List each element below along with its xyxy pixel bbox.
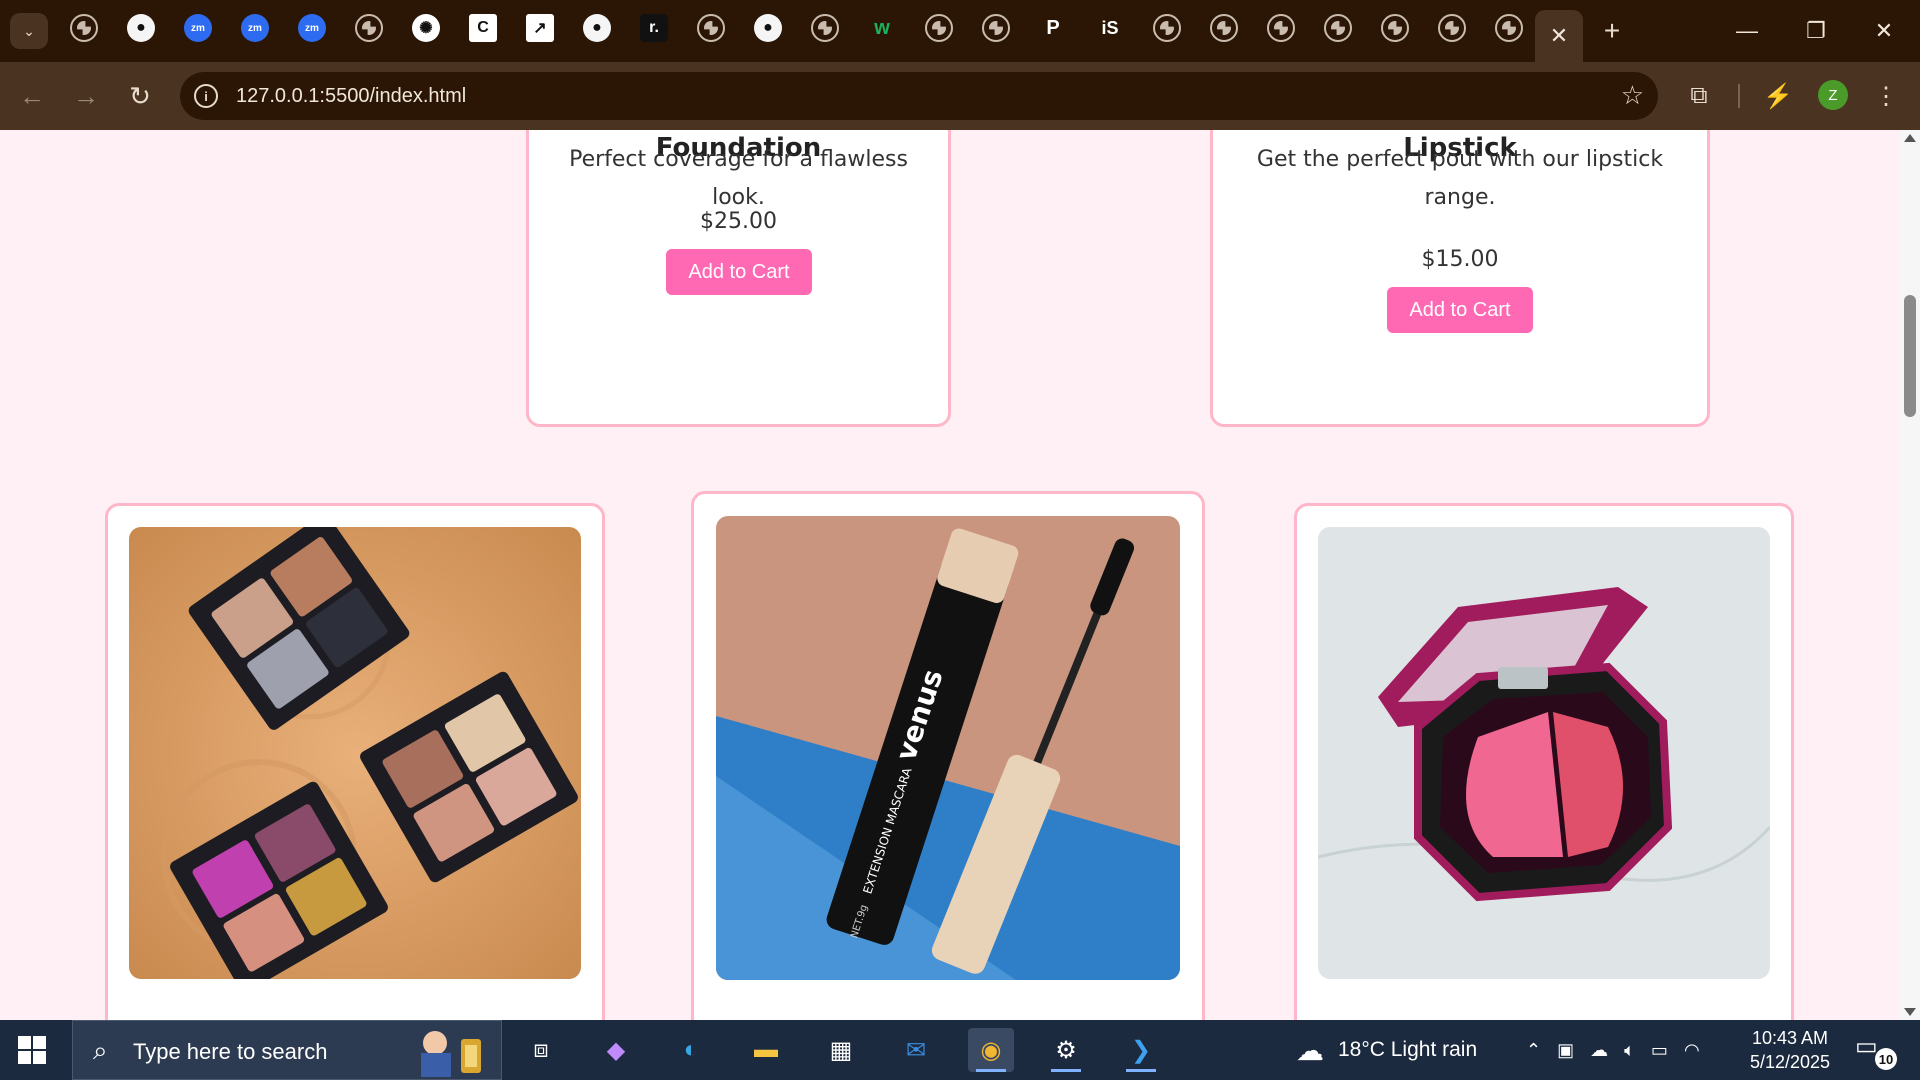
rain-cloud-icon: ☁: [1296, 1034, 1324, 1066]
globe-icon[interactable]: [982, 14, 1010, 42]
windows-taskbar: ⌕ Type here to search ⧈ ◆ ◐ ▬ ▦ ✉ ◉ ⚙ ❯ …: [0, 1020, 1920, 1080]
globe-icon[interactable]: [1267, 14, 1295, 42]
file-explorer-icon[interactable]: ▬: [743, 1028, 789, 1072]
forward-button[interactable]: →: [66, 76, 106, 116]
globe-icon[interactable]: [1495, 14, 1523, 42]
github-icon[interactable]: ●: [583, 14, 611, 42]
product-card-eyeshadow: [105, 503, 605, 1020]
search-icon: ⌕: [93, 1035, 108, 1065]
page-scrollbar[interactable]: [1900, 130, 1920, 1020]
performance-icon[interactable]: ⚡: [1758, 76, 1798, 116]
zoom-icon[interactable]: zm: [298, 14, 326, 42]
taskbar-search[interactable]: ⌕ Type here to search: [72, 1020, 502, 1080]
battery-icon[interactable]: ▭: [1651, 1040, 1668, 1061]
is-logo-icon[interactable]: iS: [1096, 14, 1124, 42]
w-logo-icon[interactable]: w: [868, 14, 896, 42]
volume-icon[interactable]: 🔈︎: [1624, 1040, 1635, 1061]
edge-icon[interactable]: ◐: [668, 1028, 714, 1072]
minimize-button[interactable]: —: [1725, 14, 1769, 48]
add-to-cart-button[interactable]: Add to Cart: [1387, 287, 1533, 333]
add-to-cart-button[interactable]: Add to Cart: [666, 249, 812, 295]
c-logo-icon[interactable]: C: [469, 14, 497, 42]
extensions-icon[interactable]: ⧉: [1679, 76, 1719, 116]
site-info-icon[interactable]: i: [194, 84, 218, 108]
zoom-icon[interactable]: zm: [241, 14, 269, 42]
chrome-icon[interactable]: ◉: [968, 1028, 1014, 1072]
mascara-illustration: venus EXTENSION MASCARA NET.9g: [716, 516, 1180, 980]
chevron-up-icon[interactable]: ⌃: [1526, 1040, 1541, 1061]
weather-text: 18°C Light rain: [1338, 1038, 1478, 1061]
globe-icon[interactable]: [811, 14, 839, 42]
close-window-button[interactable]: ✕: [1862, 14, 1906, 48]
scroll-thumb[interactable]: [1904, 295, 1916, 417]
close-tab-icon[interactable]: ✕: [1550, 23, 1568, 49]
taskbar-clock[interactable]: 10:43 AM 5/12/2025: [1735, 1026, 1845, 1074]
image-icon[interactable]: ↗: [526, 14, 554, 42]
globe-icon[interactable]: [1438, 14, 1466, 42]
notification-center-button[interactable]: ▭ 10: [1855, 1032, 1899, 1070]
microsoft-store-icon[interactable]: ▦: [818, 1028, 864, 1072]
clock-time: 10:43 AM: [1751, 1028, 1829, 1048]
address-bar[interactable]: i 127.0.0.1:5500/index.html ☆: [180, 72, 1658, 120]
github-icon[interactable]: ●: [754, 14, 782, 42]
wifi-icon[interactable]: ◠: [1684, 1040, 1700, 1061]
globe-icon[interactable]: [925, 14, 953, 42]
clock-date: 5/12/2025: [1749, 1052, 1831, 1072]
blush-illustration: [1318, 527, 1770, 979]
globe-icon[interactable]: [70, 14, 98, 42]
weather-widget[interactable]: ☁ 18°C Light rain: [1296, 1020, 1477, 1080]
globe-icon[interactable]: [1324, 14, 1352, 42]
toolbar-divider: [1738, 84, 1740, 108]
search-highlight-art: [421, 1031, 481, 1077]
page-viewport: Foundation Perfect coverage for a flawle…: [0, 130, 1900, 1020]
p-logo-icon[interactable]: P: [1039, 14, 1067, 42]
start-button[interactable]: [18, 1036, 46, 1064]
reload-button[interactable]: ↻: [120, 76, 160, 116]
menu-icon[interactable]: ⋮: [1866, 76, 1906, 116]
product-description: Get the perfect pout with our lipstick r…: [1256, 147, 1664, 210]
product-price: $25.00: [700, 209, 777, 234]
browser-tab-strip: ⌄ ● zm zm zm ✺ C ↗ ● r. ● w PiS ✕ + — ❐ ✕: [0, 0, 1920, 62]
system-tray[interactable]: ⌃ ▣ ☁ 🔈︎ ▭ ◠: [1526, 1020, 1700, 1080]
zoom-icon[interactable]: zm: [184, 14, 212, 42]
product-description: Perfect coverage for a flawless look.: [569, 147, 908, 210]
back-button[interactable]: ←: [12, 76, 52, 116]
eyeshadow-illustration: [129, 527, 581, 979]
product-card-mascara: venus EXTENSION MASCARA NET.9g: [691, 491, 1205, 1020]
url-text[interactable]: 127.0.0.1:5500/index.html: [236, 85, 466, 108]
meet-now-icon[interactable]: ▣: [1557, 1040, 1574, 1061]
settings-gear-icon[interactable]: ⚙: [1043, 1028, 1089, 1072]
vscode-icon[interactable]: ❯: [1118, 1028, 1164, 1072]
globe-icon[interactable]: [1381, 14, 1409, 42]
mascara-image: venus EXTENSION MASCARA NET.9g: [716, 516, 1180, 980]
globe-icon[interactable]: [1210, 14, 1238, 42]
copilot-icon[interactable]: ◆: [593, 1028, 639, 1072]
globe-icon[interactable]: [1153, 14, 1181, 42]
outlook-icon[interactable]: ✉: [893, 1028, 939, 1072]
product-card-lipstick: Lipstick Get the perfect pout with our l…: [1210, 130, 1710, 427]
browser-toolbar: ← → ↻ i 127.0.0.1:5500/index.html ☆ ⧉ ⚡ …: [0, 62, 1920, 130]
r-logo-icon[interactable]: r.: [640, 14, 668, 42]
product-price: $15.00: [1421, 247, 1499, 272]
scroll-down-arrow[interactable]: [1904, 1008, 1916, 1016]
eyeshadow-palette-image: [129, 527, 581, 979]
scroll-up-arrow[interactable]: [1904, 134, 1916, 142]
onedrive-icon[interactable]: ☁: [1590, 1040, 1608, 1061]
bookmark-star-icon[interactable]: ☆: [1621, 80, 1644, 111]
product-card-foundation: Foundation Perfect coverage for a flawle…: [526, 130, 951, 427]
search-placeholder: Type here to search: [133, 1039, 328, 1064]
globe-icon[interactable]: [355, 14, 383, 42]
github-icon[interactable]: ●: [127, 14, 155, 42]
globe-icon[interactable]: [697, 14, 725, 42]
product-card-blush: [1294, 503, 1794, 1020]
new-tab-button[interactable]: +: [1595, 14, 1629, 48]
profile-avatar[interactable]: Z: [1818, 80, 1848, 110]
chatgpt-icon[interactable]: ✺: [412, 14, 440, 42]
blush-compact-image: [1318, 527, 1770, 979]
task-view-icon[interactable]: ⧈: [518, 1028, 564, 1072]
active-tab[interactable]: ✕: [1535, 10, 1583, 62]
restore-button[interactable]: ❐: [1794, 14, 1838, 48]
tab-search-button[interactable]: ⌄: [10, 13, 48, 49]
notification-count: 10: [1875, 1048, 1897, 1070]
